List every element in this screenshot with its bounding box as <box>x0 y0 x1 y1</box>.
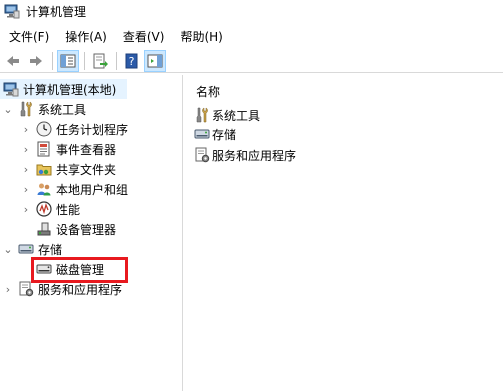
event-viewer-icon <box>37 141 50 157</box>
tree-item-label: 事件查看器 <box>56 142 117 157</box>
toolbar-separator <box>84 51 85 70</box>
list-item-system-tools[interactable]: 系统工具 <box>194 106 260 124</box>
tree-item-label: 存储 <box>38 242 63 257</box>
export-icon <box>93 53 108 68</box>
tree-item-storage[interactable]: ⌄ 存储 <box>2 239 62 259</box>
svg-text:?: ? <box>129 55 135 68</box>
chevron-down-icon[interactable]: ⌄ <box>2 99 14 119</box>
chevron-down-icon[interactable]: ⌄ <box>2 239 14 259</box>
computer-management-icon <box>3 82 19 97</box>
performance-icon <box>36 201 52 217</box>
back-button[interactable] <box>2 50 24 72</box>
menu-bar: 文件(F) 操作(A) 查看(V) 帮助(H) <box>0 27 503 47</box>
tree-item-label: 任务计划程序 <box>56 122 129 137</box>
list-item-label: 存储 <box>212 127 237 142</box>
device-manager-icon <box>37 222 51 236</box>
tree-item-shared-folders[interactable]: › 共享文件夹 <box>20 159 116 179</box>
tree-item-computer-management[interactable]: 计算机管理(本地) <box>0 79 127 99</box>
menu-action[interactable]: 操作(A) <box>60 27 112 47</box>
forward-button[interactable] <box>25 50 47 72</box>
users-icon <box>37 183 51 196</box>
list-item-services-apps[interactable]: 服务和应用程序 <box>194 146 296 164</box>
tree-item-device-manager[interactable]: 设备管理器 <box>36 219 116 239</box>
help-icon: ? <box>125 53 138 68</box>
tree-item-performance[interactable]: › 性能 <box>20 199 80 219</box>
arrow-left-icon <box>7 55 19 66</box>
toolbar-separator <box>116 51 117 70</box>
help-button[interactable]: ? <box>121 50 143 72</box>
tree-item-label: 设备管理器 <box>56 222 117 237</box>
services-apps-icon <box>195 147 210 163</box>
storage-icon <box>18 244 34 254</box>
list-item-label: 系统工具 <box>212 108 261 123</box>
chevron-right-icon[interactable]: › <box>20 199 32 219</box>
action-pane-icon <box>147 54 163 67</box>
result-pane: 名称 系统工具 存储 服务和应用程序 <box>190 75 503 391</box>
chevron-right-icon[interactable]: › <box>20 139 32 159</box>
show-hide-tree-button[interactable] <box>57 49 79 72</box>
arrow-right-icon <box>30 55 42 66</box>
console-tree-icon <box>60 54 76 67</box>
tools-icon <box>20 101 32 117</box>
title-bar: 计算机管理 <box>0 0 503 22</box>
tree-item-label: 本地用户和组 <box>56 182 129 197</box>
list-item-label: 服务和应用程序 <box>212 148 297 163</box>
show-hide-action-pane-button[interactable] <box>144 49 166 72</box>
menu-file[interactable]: 文件(F) <box>4 27 54 47</box>
storage-icon <box>194 129 210 139</box>
menu-help[interactable]: 帮助(H) <box>175 27 227 47</box>
export-list-button[interactable] <box>89 50 111 72</box>
chevron-right-icon[interactable]: › <box>20 179 32 199</box>
tools-icon <box>196 107 208 123</box>
clock-icon <box>36 121 52 137</box>
tree-item-event-viewer[interactable]: › 事件查看器 <box>20 139 116 159</box>
toolbar: ? <box>0 49 503 73</box>
chevron-right-icon[interactable]: › <box>20 159 32 179</box>
shared-folder-icon <box>36 164 52 176</box>
tree-item-label: 性能 <box>56 202 81 217</box>
list-item-storage[interactable]: 存储 <box>194 125 236 143</box>
tree-item-label: 系统工具 <box>38 102 87 117</box>
column-header-name[interactable]: 名称 <box>196 83 220 100</box>
tree-item-local-users-groups[interactable]: › 本地用户和组 <box>20 179 128 199</box>
window-title: 计算机管理 <box>26 4 87 19</box>
services-apps-icon <box>19 281 34 297</box>
tree-item-task-scheduler[interactable]: › 任务计划程序 <box>20 119 128 139</box>
tree-item-system-tools[interactable]: ⌄ 系统工具 <box>2 99 86 119</box>
tree-item-label: 计算机管理(本地) <box>23 82 117 97</box>
tree-item-label: 共享文件夹 <box>56 162 117 177</box>
toolbar-separator <box>52 51 53 70</box>
highlight-box <box>31 257 128 283</box>
console-tree: 计算机管理(本地) ⌄ 系统工具 › 任务计划程序 › 事件查看器 › 共享文件… <box>0 75 183 391</box>
chevron-right-icon[interactable]: › <box>20 119 32 139</box>
tree-item-label: 服务和应用程序 <box>38 282 123 297</box>
computer-management-icon <box>4 4 20 19</box>
chevron-right-icon[interactable]: › <box>2 279 14 299</box>
menu-view[interactable]: 查看(V) <box>118 27 170 47</box>
